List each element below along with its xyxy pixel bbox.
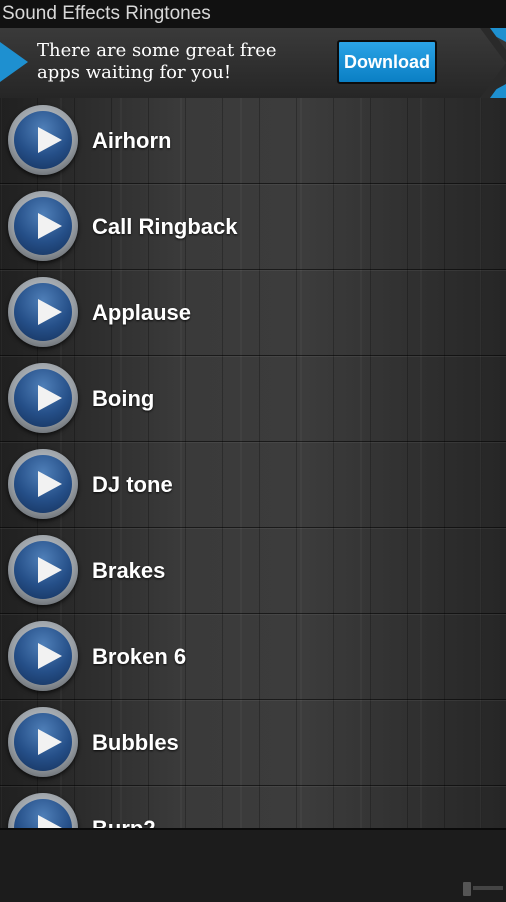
list-item-broken-6[interactable]: Broken 6	[0, 614, 506, 700]
attribution-icon	[463, 882, 471, 896]
app-title-bar: Sound Effects Ringtones	[0, 0, 506, 28]
ad-right-corner-decoration	[480, 28, 506, 98]
play-icon[interactable]	[8, 363, 78, 433]
list-item-boing[interactable]: Boing	[0, 356, 506, 442]
ringtone-label: Bubbles	[92, 730, 179, 755]
ringtone-label: DJ tone	[92, 472, 173, 497]
ad-message-line2: apps waiting for you!	[37, 62, 232, 83]
bottom-panel	[0, 828, 506, 902]
list-item-burp2[interactable]: Burp2	[0, 786, 506, 828]
play-icon[interactable]	[8, 191, 78, 261]
ad-banner[interactable]: There are some great free apps waiting f…	[0, 28, 506, 98]
ad-left-arrow-decoration	[0, 42, 28, 82]
ringtone-label: Call Ringback	[92, 214, 238, 239]
ringtone-label: Brakes	[92, 558, 166, 583]
play-icon[interactable]	[8, 277, 78, 347]
play-icon[interactable]	[8, 535, 78, 605]
list-item-brakes[interactable]: Brakes	[0, 528, 506, 614]
list-item-applause[interactable]: Applause	[0, 270, 506, 356]
ringtone-label: Airhorn	[92, 128, 172, 153]
list-item-bubbles[interactable]: Bubbles	[0, 700, 506, 786]
ad-message-line1: There are some great free	[37, 40, 277, 61]
ringtone-label: Broken 6	[92, 644, 187, 669]
ringtone-list[interactable]: Airhorn Call Ringback Applause Boing DJ …	[0, 98, 506, 828]
download-button[interactable]: Download	[337, 40, 437, 84]
ringtone-label: Burp2	[92, 786, 156, 828]
app-title: Sound Effects Ringtones	[2, 3, 211, 24]
play-icon[interactable]	[8, 105, 78, 175]
list-item-airhorn[interactable]: Airhorn	[0, 98, 506, 184]
play-icon[interactable]	[8, 707, 78, 777]
play-icon[interactable]	[8, 621, 78, 691]
list-item-call-ringback[interactable]: Call Ringback	[0, 184, 506, 270]
ad-message: There are some great free apps waiting f…	[37, 40, 307, 84]
play-icon[interactable]	[8, 793, 78, 828]
list-item-dj-tone[interactable]: DJ tone	[0, 442, 506, 528]
play-icon[interactable]	[8, 449, 78, 519]
ringtone-label: Applause	[92, 300, 192, 325]
ringtone-label: Boing	[92, 386, 155, 411]
attribution-mark	[473, 886, 503, 890]
